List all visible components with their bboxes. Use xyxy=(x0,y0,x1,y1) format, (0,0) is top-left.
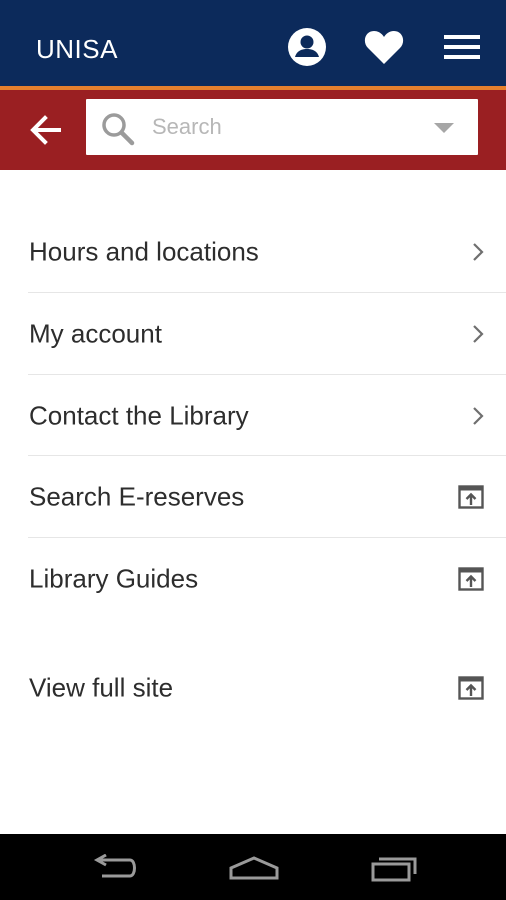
menu-item-my-account[interactable]: My account xyxy=(28,293,506,375)
menu-item-label: Hours and locations xyxy=(29,236,259,267)
chevron-right-icon xyxy=(473,243,484,261)
menu-item-label: Search E-reserves xyxy=(29,481,245,512)
search-bar xyxy=(0,90,506,170)
menu-item-contact-the-library[interactable]: Contact the Library xyxy=(28,375,506,457)
menu-item-label: My account xyxy=(29,318,162,349)
menu-item-label: Library Guides xyxy=(29,563,199,594)
system-home-icon[interactable] xyxy=(224,850,284,886)
account-icon[interactable] xyxy=(285,25,329,69)
external-link-icon xyxy=(458,485,484,509)
app-header: UNISA xyxy=(0,0,506,86)
search-icon xyxy=(100,111,136,147)
hamburger-menu-icon[interactable] xyxy=(440,25,484,69)
system-back-icon[interactable] xyxy=(84,850,144,886)
system-navigation-bar xyxy=(0,834,506,900)
menu-item-library-guides[interactable]: Library Guides xyxy=(28,538,506,620)
app-title: UNISA xyxy=(36,34,118,64)
menu-item-search-e-reserves[interactable]: Search E-reserves xyxy=(28,456,506,538)
system-recents-icon[interactable] xyxy=(364,850,424,886)
external-link-icon xyxy=(458,567,484,591)
chevron-right-icon xyxy=(473,407,484,425)
menu-item-label: View full site xyxy=(29,672,174,703)
heart-icon[interactable] xyxy=(362,25,406,69)
back-arrow-icon[interactable] xyxy=(24,110,68,150)
menu-item-hours-and-locations[interactable]: Hours and locations xyxy=(28,211,506,293)
dropdown-caret-icon[interactable] xyxy=(434,123,454,133)
external-link-icon xyxy=(458,676,484,700)
search-input[interactable] xyxy=(152,109,402,145)
menu-item-label: Contact the Library xyxy=(29,400,249,431)
search-field-container[interactable] xyxy=(86,99,478,155)
chevron-right-icon xyxy=(473,325,484,343)
menu-item-view-full-site[interactable]: View full site xyxy=(28,647,506,729)
